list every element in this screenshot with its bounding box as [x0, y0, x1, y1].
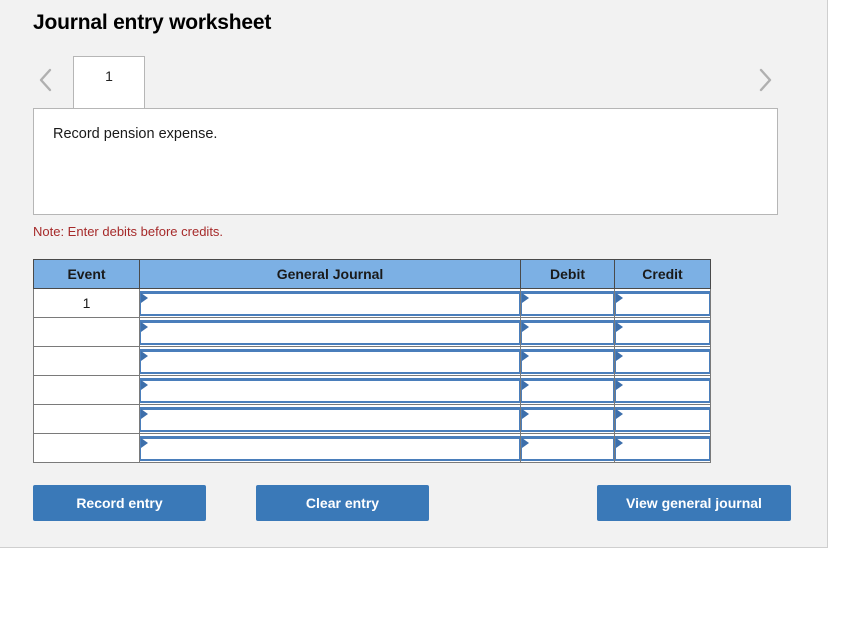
dropdown-triangle-icon — [141, 408, 148, 419]
tab-strip: 1 — [33, 56, 778, 108]
event-number-cell — [33, 346, 140, 376]
dropdown-triangle-icon — [141, 292, 148, 303]
credit-input[interactable] — [615, 377, 710, 403]
view-general-journal-button[interactable]: View general journal — [597, 485, 791, 521]
account-name-input[interactable] — [140, 348, 520, 374]
debit-cell[interactable] — [520, 288, 615, 318]
credit-cell[interactable] — [614, 433, 711, 463]
debit-input[interactable] — [521, 348, 614, 374]
debit-cell[interactable] — [520, 346, 615, 376]
event-number-cell — [33, 375, 140, 405]
debit-cell[interactable] — [520, 375, 615, 405]
account-name-input[interactable] — [140, 406, 520, 432]
entry-prompt-text: Record pension expense. — [53, 126, 218, 142]
entry-prompt-box: Record pension expense. — [33, 108, 778, 215]
event-number-cell — [33, 404, 140, 434]
table-row — [33, 433, 711, 463]
account-name-input[interactable] — [140, 319, 520, 345]
dropdown-triangle-icon — [616, 437, 623, 448]
dropdown-triangle-icon — [522, 321, 529, 332]
debit-cell[interactable] — [520, 404, 615, 434]
dropdown-triangle-icon — [141, 321, 148, 332]
debit-input[interactable] — [521, 290, 614, 316]
dropdown-triangle-icon — [141, 350, 148, 361]
dropdown-triangle-icon — [522, 408, 529, 419]
credit-cell[interactable] — [614, 375, 711, 405]
dropdown-triangle-icon — [616, 292, 623, 303]
dropdown-triangle-icon — [522, 437, 529, 448]
debit-cell[interactable] — [520, 317, 615, 347]
account-name-input[interactable] — [140, 377, 520, 403]
account-name-input[interactable] — [140, 290, 520, 316]
column-header-credit: Credit — [614, 259, 711, 289]
column-header-debit: Debit — [520, 259, 615, 289]
debit-input[interactable] — [521, 319, 614, 345]
credit-cell[interactable] — [614, 346, 711, 376]
journal-entry-screen: Journal entry worksheet 1 Record pension… — [0, 0, 861, 628]
event-number-cell — [33, 317, 140, 347]
dropdown-triangle-icon — [522, 379, 529, 390]
credit-input[interactable] — [615, 319, 710, 345]
table-row: 1 — [33, 288, 711, 318]
general-journal-cell[interactable] — [139, 433, 521, 463]
event-number-cell — [33, 433, 140, 463]
credit-input[interactable] — [615, 435, 710, 461]
debit-input[interactable] — [521, 377, 614, 403]
debits-before-credits-note: Note: Enter debits before credits. — [33, 224, 224, 239]
general-journal-cell[interactable] — [139, 288, 521, 318]
dropdown-triangle-icon — [616, 321, 623, 332]
dropdown-triangle-icon — [522, 292, 529, 303]
credit-cell[interactable] — [614, 404, 711, 434]
previous-entry-chevron-icon[interactable] — [33, 64, 59, 96]
next-entry-chevron-icon[interactable] — [752, 64, 778, 96]
table-row — [33, 317, 711, 347]
dropdown-triangle-icon — [616, 350, 623, 361]
dropdown-triangle-icon — [141, 379, 148, 390]
tab-entry-1-label: 1 — [105, 68, 113, 84]
credit-input[interactable] — [615, 406, 710, 432]
worksheet-panel: Journal entry worksheet 1 Record pension… — [0, 0, 828, 548]
general-journal-cell[interactable] — [139, 317, 521, 347]
debit-input[interactable] — [521, 435, 614, 461]
journal-entry-table: Event General Journal Debit Credit 1 — [33, 259, 711, 463]
column-header-general-journal: General Journal — [139, 259, 521, 289]
general-journal-cell[interactable] — [139, 346, 521, 376]
dropdown-triangle-icon — [616, 379, 623, 390]
account-name-input[interactable] — [140, 435, 520, 461]
debit-cell[interactable] — [520, 433, 615, 463]
dropdown-triangle-icon — [522, 350, 529, 361]
credit-cell[interactable] — [614, 288, 711, 318]
table-row — [33, 346, 711, 376]
general-journal-cell[interactable] — [139, 404, 521, 434]
dropdown-triangle-icon — [141, 437, 148, 448]
dropdown-triangle-icon — [616, 408, 623, 419]
table-row — [33, 404, 711, 434]
credit-cell[interactable] — [614, 317, 711, 347]
clear-entry-button[interactable]: Clear entry — [256, 485, 429, 521]
table-row — [33, 375, 711, 405]
credit-input[interactable] — [615, 348, 710, 374]
tab-entry-1[interactable]: 1 — [73, 56, 145, 108]
page-title: Journal entry worksheet — [33, 11, 272, 34]
debit-input[interactable] — [521, 406, 614, 432]
general-journal-cell[interactable] — [139, 375, 521, 405]
credit-input[interactable] — [615, 290, 710, 316]
record-entry-button[interactable]: Record entry — [33, 485, 206, 521]
column-header-event: Event — [33, 259, 140, 289]
event-number-cell: 1 — [33, 288, 140, 318]
table-header-row: Event General Journal Debit Credit — [33, 259, 711, 289]
